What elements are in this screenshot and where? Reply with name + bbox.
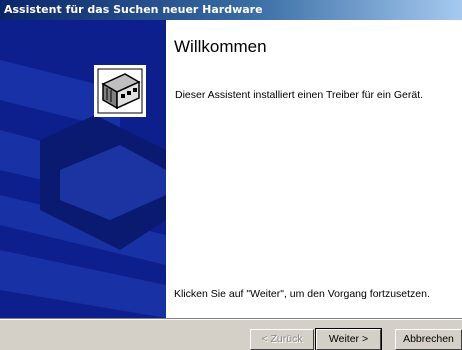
next-button[interactable]: Weiter > [315, 328, 382, 350]
cancel-button[interactable]: Abbrechen [395, 329, 462, 350]
content-panel [166, 20, 462, 318]
title-bar[interactable]: Assistent für das Suchen neuer Hardware [0, 0, 462, 20]
back-button[interactable]: < Zurück [250, 329, 314, 350]
divider-highlight [0, 319, 462, 320]
description-text: Dieser Assistent installiert einen Treib… [175, 89, 424, 101]
continue-hint-text: Klicken Sie auf "Weiter", um den Vorgang… [174, 288, 430, 300]
side-banner [0, 20, 166, 318]
wizard-window: Assistent für das Suchen neuer Hardware [0, 0, 462, 350]
window-title: Assistent für das Suchen neuer Hardware [4, 3, 263, 16]
hardware-card-icon [94, 65, 146, 117]
page-title: Willkommen [174, 37, 267, 56]
